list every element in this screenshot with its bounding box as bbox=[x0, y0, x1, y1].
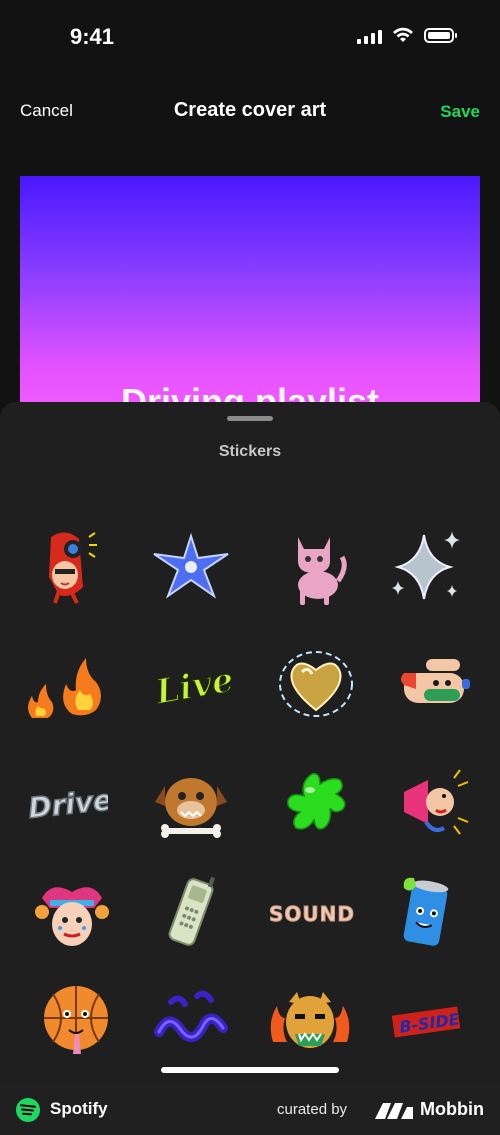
battery-icon bbox=[424, 28, 457, 43]
gold-heart-icon[interactable] bbox=[266, 634, 366, 734]
nav-bar: Cancel Create cover art Save bbox=[0, 75, 500, 150]
flames-icon[interactable] bbox=[16, 634, 116, 734]
status-time: 9:41 bbox=[70, 24, 115, 49]
stickers-sheet: Stickers Live Drive SOUND B-SIDE bbox=[0, 402, 500, 1084]
hand-sticker-icon[interactable] bbox=[386, 634, 486, 734]
home-indicator bbox=[161, 1067, 339, 1073]
sparkle-stars-icon[interactable] bbox=[376, 517, 476, 617]
face-sticker-icon[interactable] bbox=[16, 517, 116, 617]
dog-with-bone-icon[interactable] bbox=[141, 752, 241, 852]
save-button[interactable]: Save bbox=[440, 102, 480, 122]
basketball-icon[interactable] bbox=[26, 972, 126, 1072]
tiger-face-icon[interactable] bbox=[260, 972, 360, 1072]
cell-phone-icon[interactable] bbox=[141, 862, 241, 962]
pink-cat-icon[interactable] bbox=[266, 517, 366, 617]
mobbin-logo-icon bbox=[375, 1103, 413, 1119]
megaphone-sticker-icon[interactable] bbox=[386, 752, 486, 852]
status-bar: 9:41 bbox=[0, 0, 500, 75]
svg-text:SOUNDS: SOUNDS bbox=[269, 902, 355, 926]
svg-text:Drive: Drive bbox=[27, 783, 108, 825]
attribution-footer: Spotify curated by Mobbin bbox=[0, 1084, 500, 1135]
blue-starfish-icon[interactable] bbox=[141, 517, 241, 617]
app-name: Spotify bbox=[50, 1099, 108, 1118]
wifi-icon bbox=[393, 27, 413, 42]
cover-art-preview: Driving playlist bbox=[20, 176, 480, 416]
green-splat-icon[interactable] bbox=[266, 752, 366, 852]
blue-squiggle-icon[interactable] bbox=[141, 972, 241, 1072]
brand-name: Mobbin bbox=[420, 1099, 484, 1119]
sticker-grid: Live Drive SOUND B-SIDE bbox=[0, 402, 500, 1084]
sounds-text-icon[interactable]: SOUNDS bbox=[260, 862, 360, 962]
drive-text-icon[interactable]: Drive bbox=[16, 752, 116, 852]
soda-can-icon[interactable] bbox=[376, 862, 476, 962]
spotify-logo-icon bbox=[16, 1098, 40, 1122]
curated-by-label: curated by bbox=[277, 1101, 348, 1118]
svg-text:Live: Live bbox=[152, 660, 233, 713]
page-title: Create cover art bbox=[173, 99, 327, 121]
live-text-icon[interactable]: Live bbox=[141, 634, 241, 734]
cellular-signal-icon bbox=[357, 30, 382, 44]
jester-face-icon[interactable] bbox=[22, 862, 122, 962]
b-side-text-icon[interactable]: B-SIDE bbox=[376, 972, 476, 1072]
